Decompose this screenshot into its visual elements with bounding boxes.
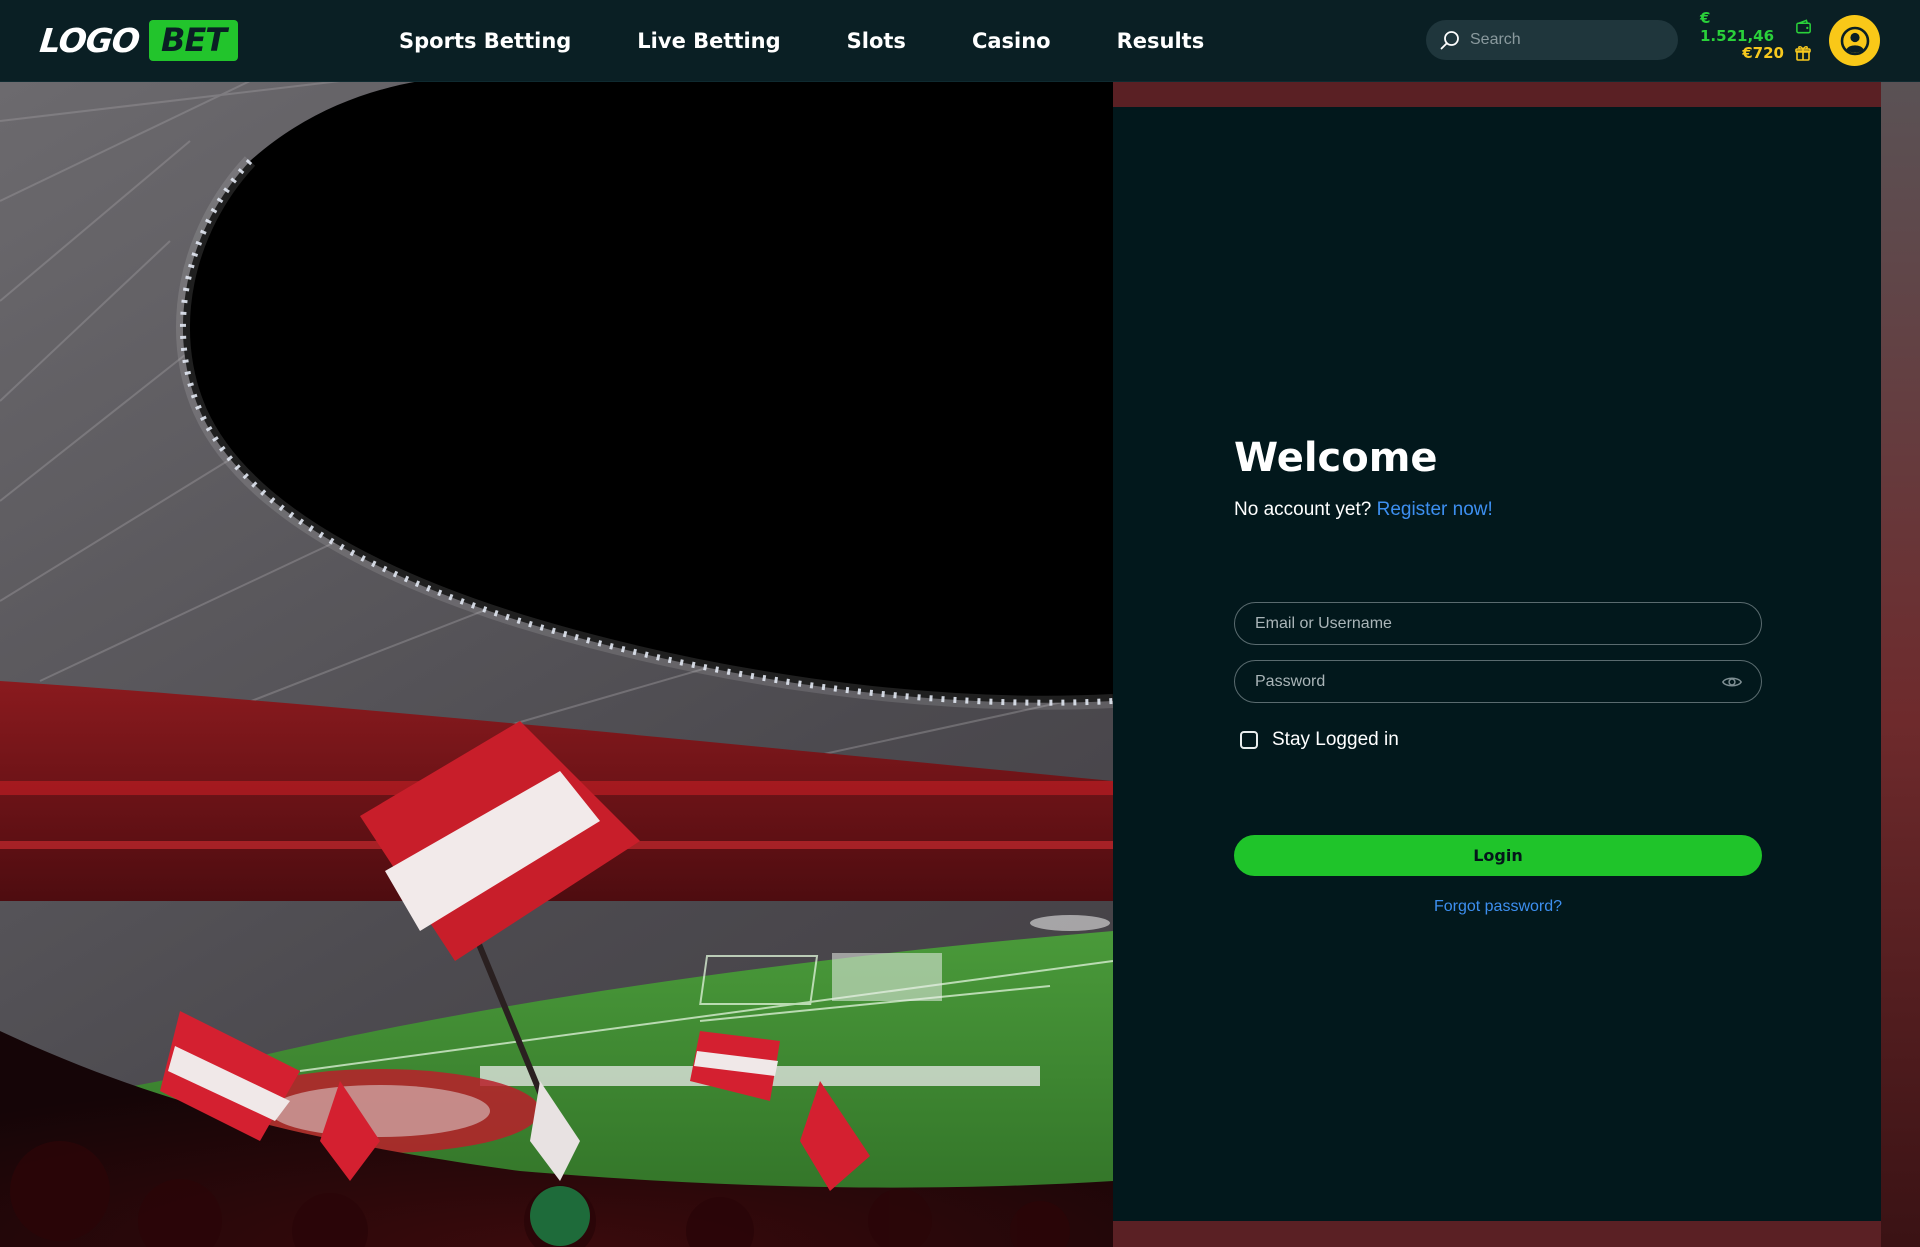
register-prompt: No account yet? Register now!	[1234, 499, 1762, 521]
password-input[interactable]	[1253, 671, 1721, 692]
balance-row[interactable]: € 1.521,46	[1700, 9, 1812, 45]
nav-item-results[interactable]: Results	[1117, 29, 1205, 53]
password-field[interactable]	[1234, 660, 1762, 703]
wallet-balances: € 1.521,46 €720	[1700, 9, 1812, 66]
login-panel: Welcome No account yet? Register now! St…	[1113, 107, 1881, 1221]
stay-logged-in-label: Stay Logged in	[1272, 729, 1399, 750]
main-nav: Sports Betting Live Betting Slots Casino…	[399, 0, 1270, 81]
login-form: Welcome No account yet? Register now! St…	[1234, 435, 1762, 916]
welcome-title: Welcome	[1234, 435, 1438, 481]
logo[interactable]: LOGO BET	[37, 19, 239, 61]
nav-item-live-betting[interactable]: Live Betting	[637, 29, 780, 53]
no-account-text: No account yet?	[1234, 499, 1372, 520]
forgot-password-link[interactable]: Forgot password?	[1234, 898, 1762, 916]
search-icon	[1440, 31, 1459, 50]
bonus-amount: €720	[1742, 44, 1784, 62]
top-bar: LOGO BET Sports Betting Live Betting Slo…	[0, 0, 1920, 82]
search-input[interactable]	[1468, 30, 1672, 50]
eye-icon[interactable]	[1721, 671, 1743, 693]
stay-logged-in-checkbox[interactable]	[1240, 731, 1258, 749]
logo-badge-text: BET	[161, 21, 227, 59]
user-avatar[interactable]	[1829, 15, 1880, 66]
nav-item-sports-betting[interactable]: Sports Betting	[399, 29, 571, 53]
login-button[interactable]: Login	[1234, 835, 1762, 876]
search-box[interactable]	[1426, 20, 1678, 60]
stay-logged-in[interactable]: Stay Logged in	[1234, 729, 1762, 751]
user-icon	[1840, 26, 1869, 55]
gift-icon	[1795, 46, 1811, 61]
email-input[interactable]	[1253, 613, 1743, 634]
wallet-icon	[1796, 19, 1811, 34]
nav-item-casino[interactable]: Casino	[972, 29, 1051, 53]
register-link[interactable]: Register now!	[1377, 499, 1493, 520]
email-field[interactable]	[1234, 602, 1762, 645]
nav-item-slots[interactable]: Slots	[847, 29, 906, 53]
balance-amount: € 1.521,46	[1700, 9, 1775, 45]
logo-text: LOGO	[37, 20, 142, 60]
logo-badge: BET	[149, 19, 239, 61]
